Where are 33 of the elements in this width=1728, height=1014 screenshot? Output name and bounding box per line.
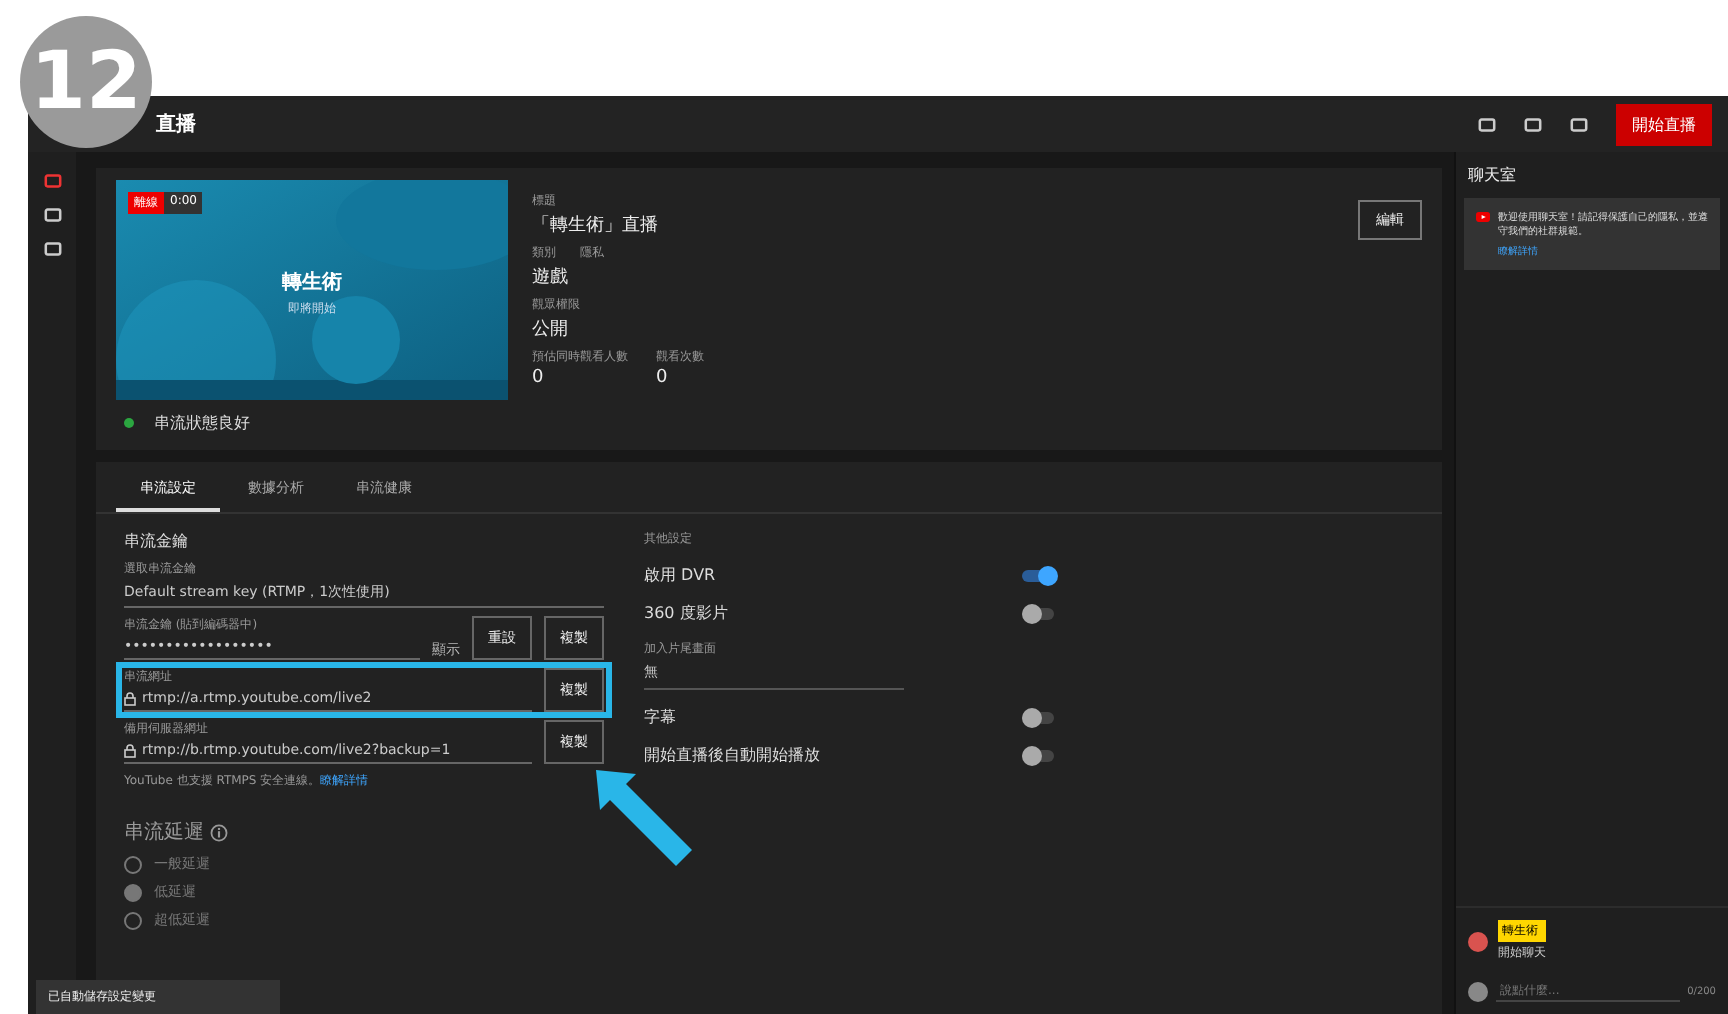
toggle-switch[interactable] [1022,711,1054,723]
step-badge: 12 [20,16,152,148]
toggle-label: 字幕 [644,706,676,728]
screen-icon[interactable] [43,240,61,258]
lock-icon [124,743,136,757]
toggle-label: 開始直播後自動開始播放 [644,744,820,766]
page-title: 直播 [156,111,198,138]
section-heading: 串流金鑰 [124,530,190,552]
toggle-switch[interactable] [1022,569,1054,581]
radio-button[interactable] [124,911,142,929]
detail-value: 0 [532,368,546,388]
section-heading: 串流延遲 [124,819,204,846]
detail-value: 「轉生術」直播 [532,213,660,238]
toggle-switch[interactable] [1022,749,1054,761]
radio-button[interactable] [124,883,142,901]
detail-value: 公開 [532,317,570,342]
display-icon[interactable] [1478,115,1496,133]
toggle-label: 啟用 DVR [644,564,716,586]
detail-value: 0 [656,368,670,388]
status-dot [124,418,134,428]
go-live-button[interactable]: 開始直播 [1616,103,1712,145]
toggle-label: 360 度影片 [644,602,728,624]
radio-button[interactable] [124,855,142,873]
detail-value: 遊戲 [532,265,570,290]
avatar [1468,982,1488,1002]
avatar [1468,931,1488,951]
thumbnail-title: 轉生術 [282,269,342,296]
lock-icon [124,691,136,705]
toggle-switch[interactable] [1022,607,1054,619]
play-icon [1476,210,1490,224]
info-icon[interactable] [210,823,228,841]
chat-title: 聊天室 [1466,164,1518,188]
stream-status: 串流狀態良好 [154,412,250,434]
